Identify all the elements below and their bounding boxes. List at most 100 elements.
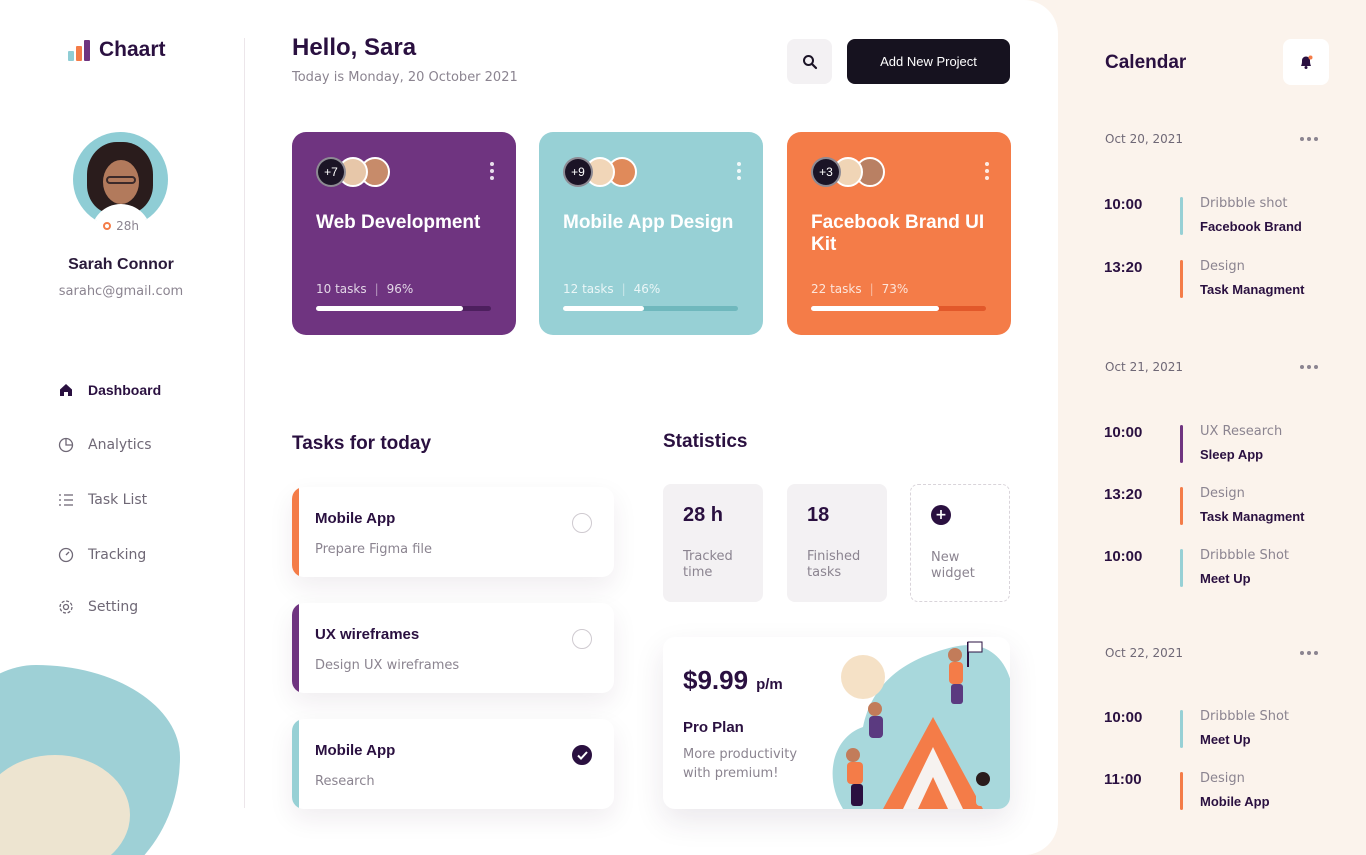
task-count: 10 tasks — [316, 282, 367, 296]
progress-percent: 46% — [633, 282, 661, 296]
avatar[interactable] — [73, 132, 168, 227]
sidebar-item-label: Setting — [88, 599, 139, 615]
calendar-date: Oct 21, 2021 — [1105, 360, 1183, 374]
event-name: Task Managment — [1200, 509, 1305, 524]
calendar-date: Oct 22, 2021 — [1105, 646, 1183, 660]
sidebar: Chaart 28h Sarah Connor sarahc@gmail.com… — [0, 0, 245, 855]
clock-icon — [103, 222, 112, 230]
price: $9.99 p/m — [683, 665, 783, 696]
event-time: 10:00 — [1104, 424, 1143, 441]
event-name: Meet Up — [1200, 732, 1251, 747]
project-title: Web Development — [316, 212, 481, 233]
progress-bar — [316, 306, 491, 311]
more-options-icon[interactable] — [490, 162, 494, 180]
progress-fill — [316, 306, 463, 311]
task-title: Mobile App — [315, 742, 396, 759]
plus-icon: + — [931, 505, 951, 525]
project-card[interactable]: +9 Mobile App Design 12 tasks | 46% — [539, 132, 763, 335]
task-checkbox[interactable] — [572, 629, 592, 649]
task-card[interactable]: UX wireframes Design UX wireframes — [292, 603, 614, 693]
hours-badge-label: 28h — [116, 219, 139, 233]
progress-bar — [563, 306, 738, 311]
new-widget-button[interactable]: + New widget — [910, 484, 1010, 602]
project-card[interactable]: +7 Web Development 10 tasks | 96% — [292, 132, 516, 335]
event-time: 10:00 — [1104, 548, 1143, 565]
task-accent — [292, 487, 299, 577]
add-new-project-button[interactable]: Add New Project — [847, 39, 1010, 84]
calendar-event[interactable]: 10:00 Dribbble shot Facebook Brand — [1104, 196, 1344, 238]
statistics-section-title: Statistics — [663, 431, 748, 452]
stat-finished-tasks: 18 Finished tasks — [787, 484, 887, 602]
home-icon — [58, 382, 74, 398]
event-category: UX Research — [1200, 424, 1283, 439]
app-name: Chaart — [99, 38, 166, 61]
project-meta: 10 tasks | 96% — [316, 282, 414, 296]
project-card[interactable]: +3 Facebook Brand UI Kit 22 tasks | 73% — [787, 132, 1011, 335]
sidebar-item-label: Tracking — [88, 547, 147, 563]
event-category: Dribbble shot — [1200, 196, 1288, 211]
calendar-event[interactable]: 10:00 Dribbble Shot Meet Up — [1104, 548, 1344, 590]
event-color-bar — [1180, 710, 1183, 748]
sidebar-item-analytics[interactable]: Analytics — [58, 435, 152, 455]
stat-value: 28 h — [683, 504, 724, 526]
progress-fill — [811, 306, 939, 311]
user-name: Sarah Connor — [68, 256, 174, 273]
member-avatars: +7 — [316, 157, 390, 187]
progress-percent: 73% — [881, 282, 909, 296]
divider — [244, 38, 245, 808]
task-count: 12 tasks — [563, 282, 614, 296]
event-name: Facebook Brand — [1200, 219, 1302, 234]
project-meta: 12 tasks | 46% — [563, 282, 661, 296]
logo[interactable]: Chaart — [68, 38, 166, 62]
sidebar-item-task-list[interactable]: Task List — [58, 490, 147, 510]
gauge-icon — [58, 547, 74, 563]
calendar-event[interactable]: 13:20 Design Task Managment — [1104, 259, 1344, 301]
sidebar-item-setting[interactable]: Setting — [58, 597, 138, 617]
more-options-icon[interactable] — [1300, 365, 1318, 369]
task-checkbox[interactable] — [572, 745, 592, 765]
calendar-event[interactable]: 10:00 Dribbble Shot Meet Up — [1104, 709, 1344, 751]
search-button[interactable] — [787, 39, 832, 84]
event-time: 10:00 — [1104, 709, 1143, 726]
more-options-icon[interactable] — [737, 162, 741, 180]
project-meta: 22 tasks | 73% — [811, 282, 909, 296]
sidebar-item-dashboard[interactable]: Dashboard — [58, 380, 161, 400]
calendar-event[interactable]: 10:00 UX Research Sleep App — [1104, 424, 1344, 466]
price-period: p/m — [756, 676, 783, 693]
price-value: $9.99 — [683, 665, 749, 695]
event-category: Design — [1200, 486, 1245, 501]
progress-percent: 96% — [386, 282, 414, 296]
event-color-bar — [1180, 425, 1183, 463]
page-title: Hello, Sara — [292, 34, 417, 61]
event-time: 10:00 — [1104, 196, 1143, 213]
task-title: UX wireframes — [315, 626, 420, 643]
extra-members-count: +7 — [316, 157, 346, 187]
extra-members-count: +3 — [811, 157, 841, 187]
user-email: sarahc@gmail.com — [58, 284, 184, 299]
sidebar-item-tracking[interactable]: Tracking — [58, 545, 146, 565]
list-icon — [58, 492, 74, 508]
search-icon — [802, 54, 817, 69]
more-options-icon[interactable] — [1300, 651, 1318, 655]
bell-icon — [1301, 55, 1313, 69]
task-card[interactable]: Mobile App Research — [292, 719, 614, 809]
task-subtitle: Research — [315, 774, 375, 789]
event-name: Task Managment — [1200, 282, 1305, 297]
more-options-icon[interactable] — [1300, 137, 1318, 141]
stat-label: Tracked time — [683, 549, 733, 580]
member-avatars: +3 — [811, 157, 885, 187]
notifications-button[interactable] — [1283, 39, 1329, 85]
project-title: Mobile App Design — [563, 212, 734, 233]
event-color-bar — [1180, 549, 1183, 587]
task-card[interactable]: Mobile App Prepare Figma file — [292, 487, 614, 577]
task-checkbox[interactable] — [572, 513, 592, 533]
task-accent — [292, 719, 299, 809]
plan-description: More productivity with premium! — [683, 747, 798, 781]
event-color-bar — [1180, 197, 1183, 235]
pro-plan-card[interactable]: $9.99 p/m Pro Plan More productivity wit… — [663, 637, 1010, 809]
calendar-event[interactable]: 13:20 Design Task Managment — [1104, 486, 1344, 528]
more-options-icon[interactable] — [985, 162, 989, 180]
event-color-bar — [1180, 487, 1183, 525]
sidebar-item-label: Analytics — [88, 437, 152, 453]
calendar-event[interactable]: 11:00 Design Mobile App — [1104, 771, 1344, 813]
